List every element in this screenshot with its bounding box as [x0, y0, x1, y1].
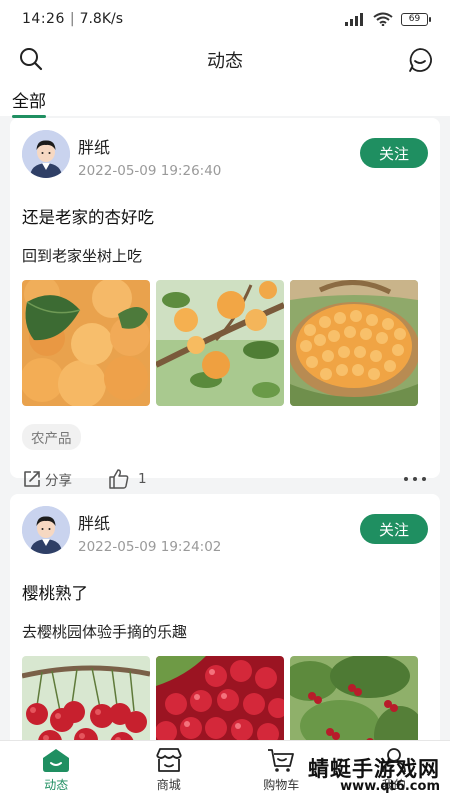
- home-icon: [43, 749, 70, 772]
- post-actions: 分享 1: [22, 468, 428, 490]
- apricot-tree-photo: [156, 280, 284, 406]
- cherry-branch-photo: [22, 656, 150, 740]
- post-card[interactable]: 胖纸 2022-05-09 19:24:02 关注 樱桃熟了 去樱桃园体验手摘的…: [10, 494, 440, 740]
- category-tag[interactable]: 农产品: [22, 424, 81, 450]
- cart-icon: [268, 749, 295, 772]
- post-time: 2022-05-09 19:24:02: [78, 539, 222, 555]
- post-image-apricots[interactable]: [22, 280, 150, 406]
- follow-button[interactable]: 关注: [360, 514, 428, 544]
- feed-list[interactable]: 胖纸 2022-05-09 19:26:40 关注 还是老家的杏好吃 回到老家坐…: [0, 116, 450, 740]
- more-dot-icon: [413, 477, 417, 481]
- more-options-button[interactable]: [404, 477, 426, 481]
- tab-label: 全部: [12, 92, 46, 112]
- like-count: 1: [138, 471, 147, 487]
- avatar[interactable]: [22, 506, 70, 554]
- thumbs-up-icon: [109, 469, 129, 489]
- nav-item-feed[interactable]: 动态: [0, 741, 113, 800]
- battery-icon: 69: [401, 12, 431, 26]
- post-header: 胖纸 2022-05-09 19:24:02 关注: [22, 506, 428, 558]
- post-header: 胖纸 2022-05-09 19:26:40 关注: [22, 130, 428, 182]
- page-title: 动态: [207, 51, 243, 72]
- avatar[interactable]: [22, 130, 70, 178]
- post-image-cherry-branch[interactable]: [22, 656, 150, 740]
- status-separator: |: [69, 11, 75, 27]
- apricot-photo: [22, 280, 150, 406]
- search-icon: [20, 48, 43, 71]
- status-time: 14:26: [22, 11, 65, 27]
- author-info: 胖纸 2022-05-09 19:26:40: [78, 130, 221, 179]
- cherry-tree-photo: [290, 656, 418, 740]
- post-card[interactable]: 胖纸 2022-05-09 19:26:40 关注 还是老家的杏好吃 回到老家坐…: [10, 118, 440, 489]
- avatar-illustration: [22, 506, 70, 554]
- more-dot-icon: [404, 477, 408, 481]
- chat-bubble-icon: [409, 48, 432, 72]
- post-image-cherry-pile[interactable]: [156, 656, 284, 740]
- author-info: 胖纸 2022-05-09 19:24:02: [78, 506, 221, 555]
- post-images: [22, 656, 428, 740]
- share-label: 分享: [45, 473, 72, 489]
- nav-label: 动态: [44, 778, 69, 792]
- search-button[interactable]: [18, 46, 44, 76]
- post-image-apricot-basket[interactable]: [290, 280, 418, 406]
- post-body: 回到老家坐树上吃: [22, 247, 143, 265]
- author-name[interactable]: 胖纸: [78, 510, 221, 534]
- follow-button[interactable]: 关注: [360, 138, 428, 168]
- post-time: 2022-05-09 19:26:40: [78, 163, 222, 179]
- post-body: 去樱桃园体验手摘的乐趣: [22, 623, 188, 641]
- tab-all[interactable]: 全部: [12, 82, 46, 118]
- wifi-icon: [373, 12, 393, 26]
- bottom-nav: 动态 商城 购物车 我的 蜻蜓手游戏网 www.qt6.com: [0, 740, 450, 800]
- share-icon: [24, 471, 40, 487]
- category-tabs: 全部: [0, 82, 450, 118]
- nav-label: 购物车: [263, 778, 300, 792]
- share-button[interactable]: 分享: [22, 469, 72, 489]
- like-button[interactable]: 1: [108, 468, 147, 490]
- apricot-basket-photo: [290, 280, 418, 406]
- watermark: 蜻蜓手游戏网 www.qt6.com: [308, 758, 440, 794]
- author-name[interactable]: 胖纸: [78, 134, 221, 158]
- post-title: 还是老家的杏好吃: [22, 208, 154, 227]
- shop-icon: [155, 748, 182, 772]
- post-image-cherry-tree[interactable]: [290, 656, 418, 740]
- watermark-title: 蜻蜓手游戏网: [308, 757, 440, 782]
- nav-label: 商城: [156, 778, 181, 792]
- status-icons: 69: [345, 12, 431, 26]
- post-image-apricot-tree[interactable]: [156, 280, 284, 406]
- cherry-pile-photo: [156, 656, 284, 740]
- watermark-url: www.qt6.com: [340, 779, 440, 795]
- app-bar: 动态: [0, 38, 450, 82]
- message-button[interactable]: [406, 46, 434, 78]
- status-bar: 14:26 | 7.8K/s 69: [0, 0, 450, 38]
- network-speed: 7.8K/s: [79, 11, 124, 27]
- more-dot-icon: [422, 477, 426, 481]
- avatar-illustration: [22, 130, 70, 178]
- signal-icon: [345, 12, 363, 26]
- post-title: 樱桃熟了: [22, 584, 88, 603]
- nav-item-shop[interactable]: 商城: [113, 741, 226, 800]
- post-images: [22, 280, 428, 406]
